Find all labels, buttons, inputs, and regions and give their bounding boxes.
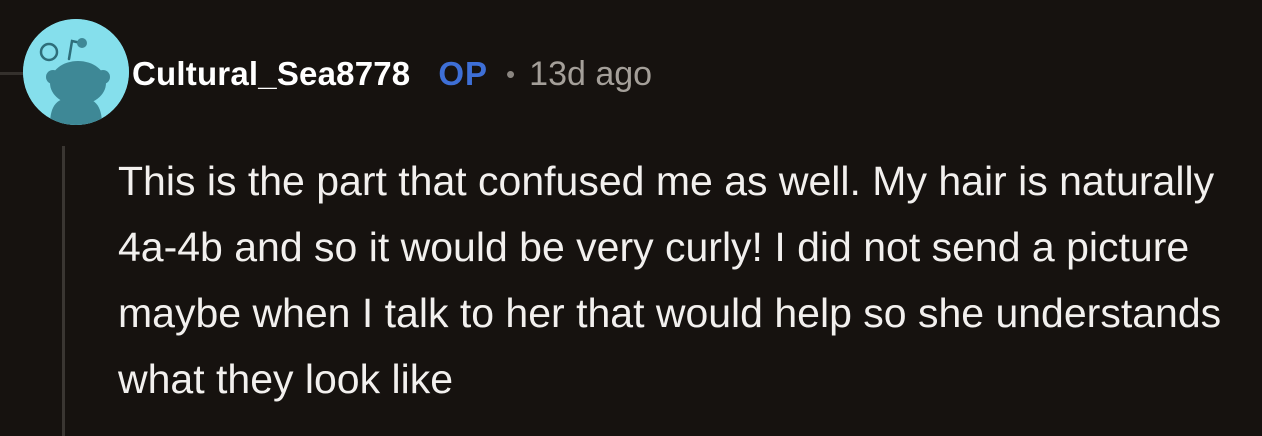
reddit-snoo-avatar-icon — [23, 19, 129, 125]
comment-body: This is the part that confused me as wel… — [118, 158, 1222, 402]
comment-header: Cultural_Sea8778 OP • 13d ago — [132, 50, 652, 98]
thread-collapse-line[interactable] — [62, 146, 65, 436]
avatar[interactable] — [23, 19, 129, 125]
author-username[interactable]: Cultural_Sea8778 — [132, 55, 410, 93]
comment-timestamp[interactable]: 13d ago — [529, 55, 652, 94]
separator-dot: • — [506, 58, 516, 89]
op-badge: OP — [438, 55, 489, 92]
